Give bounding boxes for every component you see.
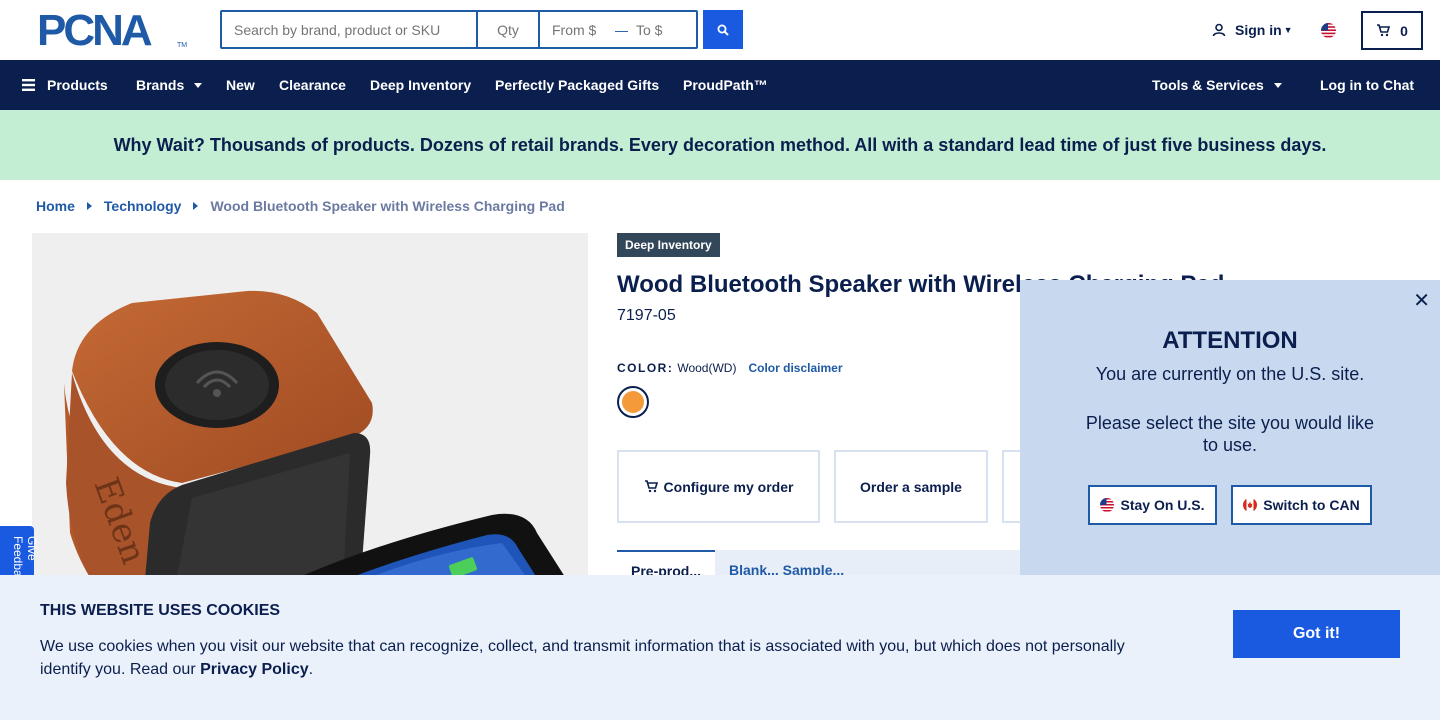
configure-order-label: Configure my order	[663, 478, 794, 495]
price-to-input[interactable]	[628, 12, 696, 47]
search-button[interactable]	[703, 10, 743, 49]
product-sku: 7197-05	[617, 307, 676, 324]
main-nav: Products Brands New Clearance Deep Inven…	[0, 60, 1440, 110]
cart-icon	[1377, 24, 1391, 37]
us-flag-icon	[1100, 498, 1115, 512]
breadcrumb: Home Technology Wood Bluetooth Speaker w…	[36, 198, 565, 214]
sign-in-menu[interactable]: Sign in ▼	[1212, 22, 1293, 38]
breadcrumb-technology[interactable]: Technology	[104, 198, 182, 214]
promo-banner: Why Wait? Thousands of products. Dozens …	[0, 110, 1440, 180]
attention-select-site: Please select the site you would like to…	[1085, 413, 1375, 455]
breadcrumb-separator-icon	[86, 202, 92, 210]
order-sample-button[interactable]: Order a sample	[834, 450, 988, 523]
nav-gifts[interactable]: Perfectly Packaged Gifts	[495, 60, 659, 110]
color-disclaimer-link[interactable]: Color disclaimer	[748, 361, 842, 375]
nav-proudpath[interactable]: ProudPath™	[683, 60, 768, 110]
close-icon[interactable]: ✕	[1413, 288, 1430, 313]
cookie-title: THIS WEBSITE USES COOKIES	[40, 602, 281, 619]
deep-inventory-badge: Deep Inventory	[617, 233, 720, 257]
badge-label: Deep Inventory	[625, 238, 712, 252]
attention-current-site: You are currently on the U.S. site.	[1095, 364, 1365, 384]
breadcrumb-current: Wood Bluetooth Speaker with Wireless Cha…	[210, 198, 565, 214]
nav-tools-label: Tools & Services	[1152, 77, 1264, 93]
qty-input[interactable]	[478, 12, 540, 47]
nav-tools-services[interactable]: Tools & Services	[1152, 60, 1282, 110]
price-range-dash: —	[615, 21, 629, 38]
nav-new[interactable]: New	[226, 60, 255, 110]
configure-order-button[interactable]: Configure my order	[617, 450, 820, 523]
breadcrumb-home[interactable]: Home	[36, 198, 75, 214]
search-input[interactable]	[222, 12, 478, 47]
nav-products[interactable]: Products	[22, 60, 108, 110]
nav-products-label: Products	[47, 77, 108, 93]
site-select-popup: ✕ ATTENTION You are currently on the U.S…	[1020, 280, 1440, 575]
cart-button[interactable]: 0	[1361, 11, 1423, 50]
cart-icon	[644, 480, 658, 493]
search-icon	[717, 24, 729, 36]
nav-proudpath-label: ProudPath™	[683, 77, 768, 93]
pcna-logo[interactable]: PCNA TM	[37, 9, 188, 53]
color-row: COLOR: Wood(WD) Color disclaimer	[617, 361, 842, 375]
promo-banner-text: Why Wait? Thousands of products. Dozens …	[113, 134, 1327, 155]
cart-count: 0	[1400, 22, 1408, 39]
canada-flag-icon	[1243, 498, 1258, 512]
logo-text: PCNA	[37, 6, 153, 55]
sign-in-label: Sign in	[1235, 22, 1282, 38]
color-value: Wood(WD)	[677, 361, 737, 375]
us-flag-icon[interactable]	[1321, 23, 1336, 38]
nav-chat-label: Log in to Chat	[1320, 77, 1415, 93]
nav-clearance-label: Clearance	[279, 77, 346, 93]
caret-down-icon	[1273, 82, 1282, 88]
swatch-fill	[622, 391, 644, 413]
nav-gifts-label: Perfectly Packaged Gifts	[495, 77, 660, 93]
nav-brands[interactable]: Brands	[136, 60, 203, 110]
cookie-period: .	[308, 661, 314, 678]
nav-clearance[interactable]: Clearance	[279, 60, 346, 110]
caret-down-icon	[194, 82, 203, 88]
stay-on-us-button[interactable]: Stay On U.S.	[1088, 485, 1217, 525]
nav-log-in-chat[interactable]: Log in to Chat	[1320, 60, 1414, 110]
switch-to-can-label: Switch to CAN	[1263, 497, 1360, 513]
chevron-down-icon: ▼	[1283, 25, 1293, 35]
price-from-input[interactable]	[540, 12, 616, 47]
breadcrumb-separator-icon	[193, 202, 199, 210]
color-label: COLOR:	[617, 361, 674, 375]
attention-title: ATTENTION	[1162, 327, 1298, 354]
switch-to-can-button[interactable]: Switch to CAN	[1231, 485, 1372, 525]
nav-deep-inventory-label: Deep Inventory	[370, 77, 472, 93]
privacy-policy-link[interactable]: Privacy Policy	[200, 661, 309, 678]
search-group: —	[220, 10, 698, 49]
cookie-banner: THIS WEBSITE USES COOKIES We use cookies…	[0, 575, 1440, 720]
hamburger-icon	[22, 79, 35, 91]
nav-deep-inventory[interactable]: Deep Inventory	[370, 60, 471, 110]
nav-new-label: New	[226, 77, 255, 93]
stay-on-us-label: Stay On U.S.	[1120, 497, 1205, 513]
got-it-button[interactable]: Got it!	[1233, 610, 1400, 658]
logo-trademark: TM	[177, 42, 188, 49]
user-icon	[1212, 23, 1226, 37]
order-sample-label: Order a sample	[860, 478, 962, 495]
nav-brands-label: Brands	[136, 77, 185, 93]
cookie-text: We use cookies when you visit our websit…	[40, 635, 1150, 681]
color-swatch-wood[interactable]	[617, 386, 649, 418]
site-header: PCNA TM — Sign in ▼	[0, 0, 1440, 60]
